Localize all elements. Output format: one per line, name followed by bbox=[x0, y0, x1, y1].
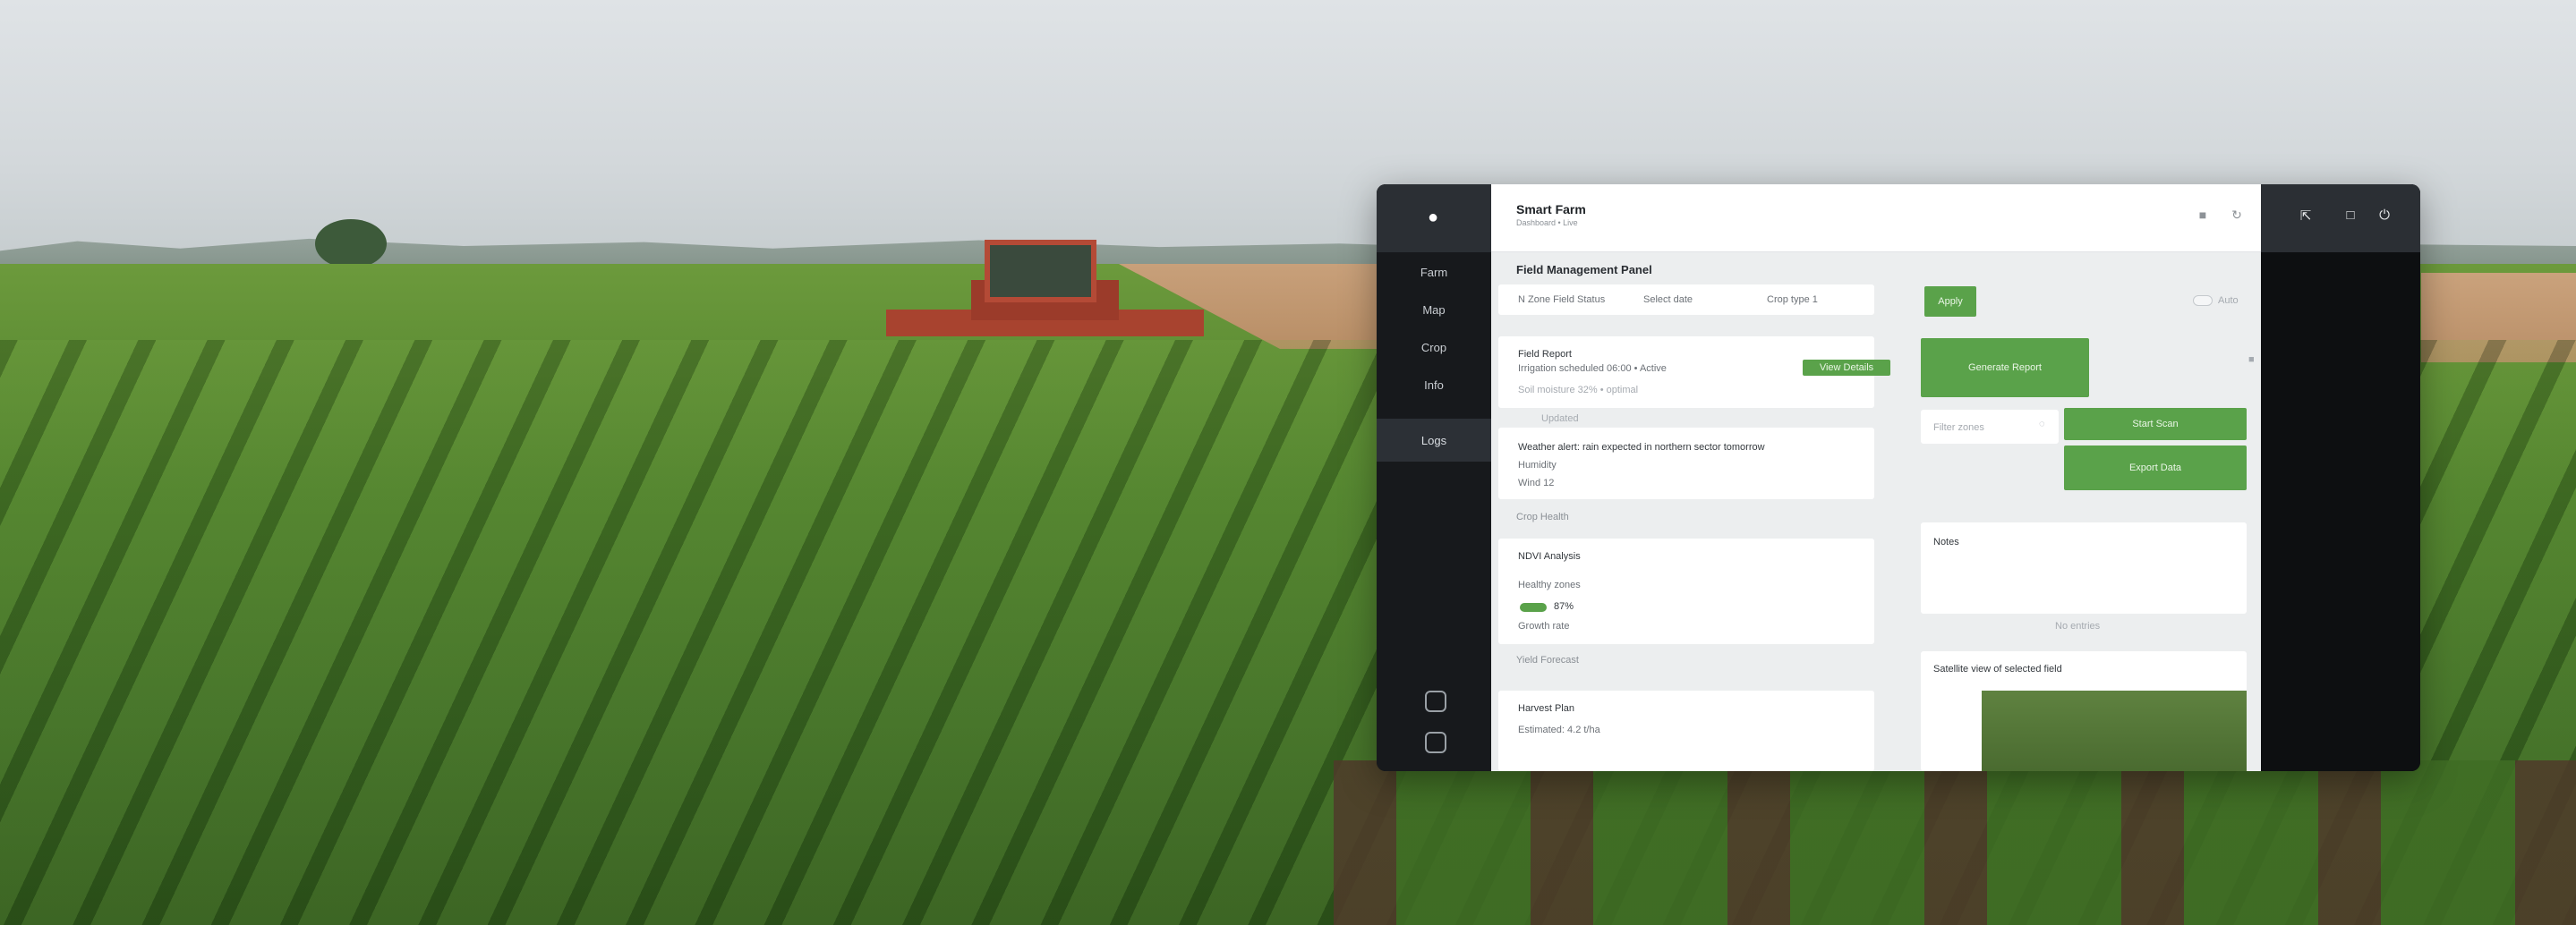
topbar: Smart Farm Dashboard • Live ■ ↻ bbox=[1491, 184, 2261, 252]
auto-toggle-label: Auto bbox=[2218, 295, 2239, 306]
card-line: Healthy zones bbox=[1518, 580, 1581, 590]
card-title: Satellite view of selected field bbox=[1933, 664, 2062, 675]
settings-icon[interactable]: ■ bbox=[2195, 208, 2211, 224]
power-icon[interactable]: ⏻ bbox=[2376, 208, 2393, 225]
alert-text: Weather alert: rain expected in northern… bbox=[1518, 442, 1765, 453]
sidebar-item-label: Map bbox=[1422, 302, 1446, 317]
card-title: Harvest Plan bbox=[1518, 703, 1574, 714]
app-window: ● Farm Map Crop Info Logs Smart Farm Das… bbox=[1377, 184, 2420, 771]
harvest-plan-card: Harvest Plan Estimated: 4.2 t/ha bbox=[1498, 691, 1874, 771]
generate-report-button[interactable]: Generate Report bbox=[1921, 338, 2089, 397]
card-title: NDVI Analysis bbox=[1518, 551, 1581, 562]
app-subtitle: Dashboard • Live bbox=[1516, 218, 1578, 227]
apply-button[interactable]: Apply bbox=[1924, 286, 1976, 317]
sidebar: ● Farm Map Crop Info Logs bbox=[1377, 184, 1491, 771]
square-icon[interactable]: ■ bbox=[2248, 354, 2255, 365]
logo-icon: ● bbox=[1427, 208, 1439, 227]
ndvi-card: NDVI Analysis Healthy zones 87% Growth r… bbox=[1498, 539, 1874, 644]
refresh-icon[interactable]: ↻ bbox=[2229, 208, 2245, 224]
card-line: Humidity bbox=[1518, 460, 1557, 471]
page-title: Field Management Panel bbox=[1516, 263, 1652, 276]
main-content: Smart Farm Dashboard • Live ■ ↻ Field Ma… bbox=[1491, 184, 2261, 771]
card-line: Estimated: 4.2 t/ha bbox=[1518, 725, 1600, 735]
card-line: Wind 12 bbox=[1518, 478, 1555, 488]
sidebar-item-label: Logs bbox=[1420, 433, 1447, 447]
view-details-button[interactable]: View Details bbox=[1803, 360, 1890, 376]
notes-caption: No entries bbox=[2055, 621, 2101, 632]
updated-label: Updated bbox=[1541, 413, 1579, 424]
app-title: Smart Farm bbox=[1516, 202, 1586, 216]
search-icon: ◌ bbox=[2039, 419, 2045, 429]
sidebar-item-crop[interactable]: Crop bbox=[1377, 333, 1491, 361]
satellite-card: Satellite view of selected field bbox=[1921, 651, 2247, 771]
sidebar-item-map[interactable]: Map bbox=[1377, 295, 1491, 324]
card-title: Field Report bbox=[1518, 349, 1572, 360]
help-icon[interactable]: □ bbox=[2341, 208, 2359, 225]
card-line: Irrigation scheduled 06:00 • Active bbox=[1518, 363, 1667, 374]
sidebar-header: ● bbox=[1377, 184, 1491, 252]
sidebar-item-label: Info bbox=[1424, 378, 1444, 392]
sidebar-item-info[interactable]: Info bbox=[1377, 370, 1491, 399]
notes-card: Notes bbox=[1921, 522, 2247, 614]
user-icon[interactable] bbox=[1425, 732, 1446, 753]
sidebar-item-label: Farm bbox=[1420, 265, 1448, 279]
tree bbox=[315, 219, 387, 268]
section-divider: Crop Health bbox=[1516, 512, 1569, 522]
section-divider: Yield Forecast bbox=[1516, 655, 1579, 666]
tractor-cab bbox=[985, 240, 1096, 302]
filter-crop-select[interactable]: Crop type 1 bbox=[1767, 294, 1818, 305]
health-badge bbox=[1520, 603, 1547, 612]
sidebar-item-farm[interactable]: Farm bbox=[1377, 258, 1491, 286]
zone-filter-label: Filter zones bbox=[1933, 422, 1984, 433]
sidebar-item-label: Crop bbox=[1420, 340, 1447, 354]
sidebar-item-logs[interactable]: Logs bbox=[1377, 419, 1491, 462]
export-data-button[interactable]: Export Data bbox=[2064, 446, 2247, 490]
notification-icon[interactable] bbox=[1425, 691, 1446, 712]
zone-filter-input[interactable]: Filter zones ◌ bbox=[1921, 410, 2059, 444]
tractor bbox=[886, 240, 1204, 347]
satellite-image[interactable] bbox=[1982, 691, 2247, 771]
soil-rows bbox=[1334, 760, 2576, 925]
expand-icon[interactable]: ⇱ bbox=[2297, 208, 2315, 225]
filter-bar: N Zone Field Status Select date Crop typ… bbox=[1498, 284, 1874, 315]
card-title: Notes bbox=[1933, 537, 1959, 547]
card-line: Soil moisture 32% • optimal bbox=[1518, 385, 1639, 395]
right-toolbar-header: ⇱ □ ⏻ bbox=[2261, 184, 2420, 252]
start-scan-button[interactable]: Start Scan bbox=[2064, 408, 2247, 440]
health-value: 87% bbox=[1554, 601, 1574, 612]
card-line: Growth rate bbox=[1518, 621, 1570, 632]
filter-zone-select[interactable]: N Zone Field Status bbox=[1518, 294, 1605, 305]
auto-toggle[interactable] bbox=[2193, 295, 2213, 306]
field-report-card: Field Report Irrigation scheduled 06:00 … bbox=[1498, 336, 1890, 408]
right-toolbar: ⇱ □ ⏻ bbox=[2261, 184, 2420, 771]
filter-date-select[interactable]: Select date bbox=[1643, 294, 1693, 305]
weather-alert-card: Weather alert: rain expected in northern… bbox=[1498, 428, 1874, 499]
